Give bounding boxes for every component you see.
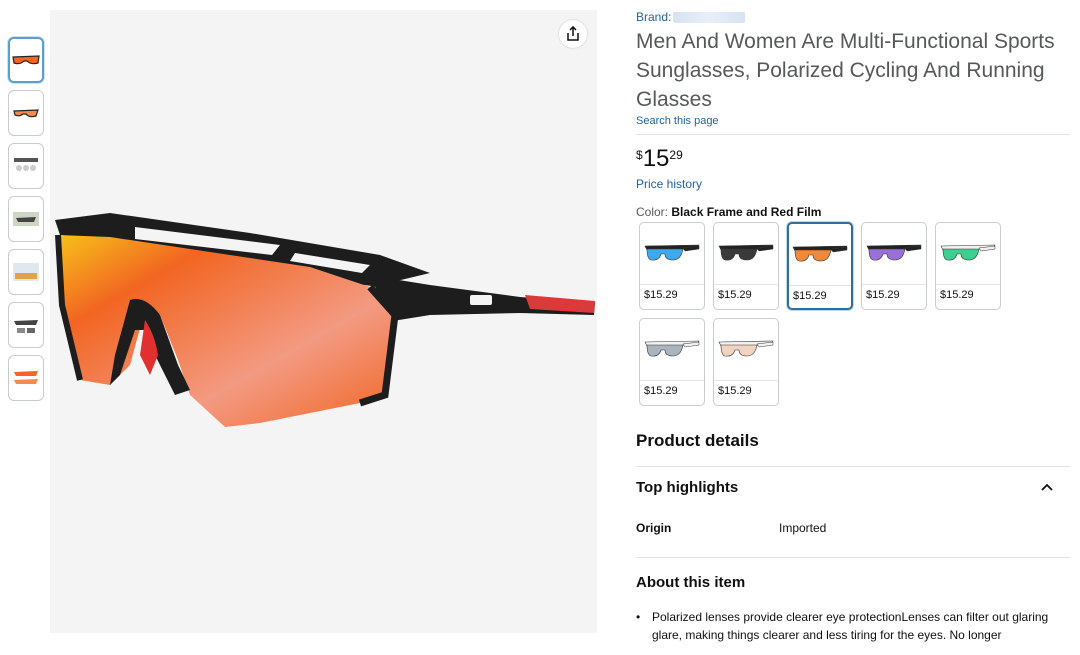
thumbnail-list — [8, 37, 46, 408]
product-details-section: Product details Top highlights Origin Im… — [636, 0, 1070, 655]
thumbnail-2[interactable] — [8, 90, 44, 136]
camo-lifestyle-thumb — [13, 212, 39, 226]
share-button[interactable] — [559, 20, 587, 48]
top-highlights-title: Top highlights — [636, 478, 739, 496]
sunglasses-red-thumb — [12, 55, 40, 65]
thumbnail-1[interactable] — [8, 37, 44, 83]
chevron-up-icon[interactable] — [1038, 478, 1056, 496]
bullet-dot: • — [636, 610, 641, 624]
divider — [636, 557, 1070, 558]
cycling-lifestyle-thumb — [13, 263, 39, 281]
main-product-image[interactable] — [50, 10, 597, 633]
origin-key: Origin — [636, 521, 672, 535]
thumbnail-5[interactable] — [8, 249, 44, 295]
origin-value: Imported — [779, 521, 827, 535]
thumbnail-7[interactable] — [8, 355, 44, 401]
origin-row: Origin Imported — [636, 521, 826, 535]
thumbnail-6[interactable] — [8, 302, 44, 348]
sunglasses-red-side-thumb — [13, 109, 39, 118]
sunglasses-product-photo — [55, 213, 595, 427]
top-highlights-toggle[interactable]: Top highlights — [636, 478, 1070, 496]
feature-chart-thumb — [14, 158, 38, 171]
divider — [636, 466, 1070, 467]
share-icon — [567, 26, 579, 41]
product-details-title: Product details — [636, 431, 759, 450]
bullet-text: Polarized lenses provide clearer eye pro… — [652, 610, 1049, 642]
thumbnail-4[interactable] — [8, 196, 44, 242]
list-item: • Polarized lenses provide clearer eye p… — [636, 608, 1070, 644]
accessories-set-thumb — [14, 320, 38, 333]
multi-color-thumb — [14, 371, 38, 384]
thumbnail-3[interactable] — [8, 143, 44, 189]
about-this-item-title: About this item — [636, 574, 746, 591]
